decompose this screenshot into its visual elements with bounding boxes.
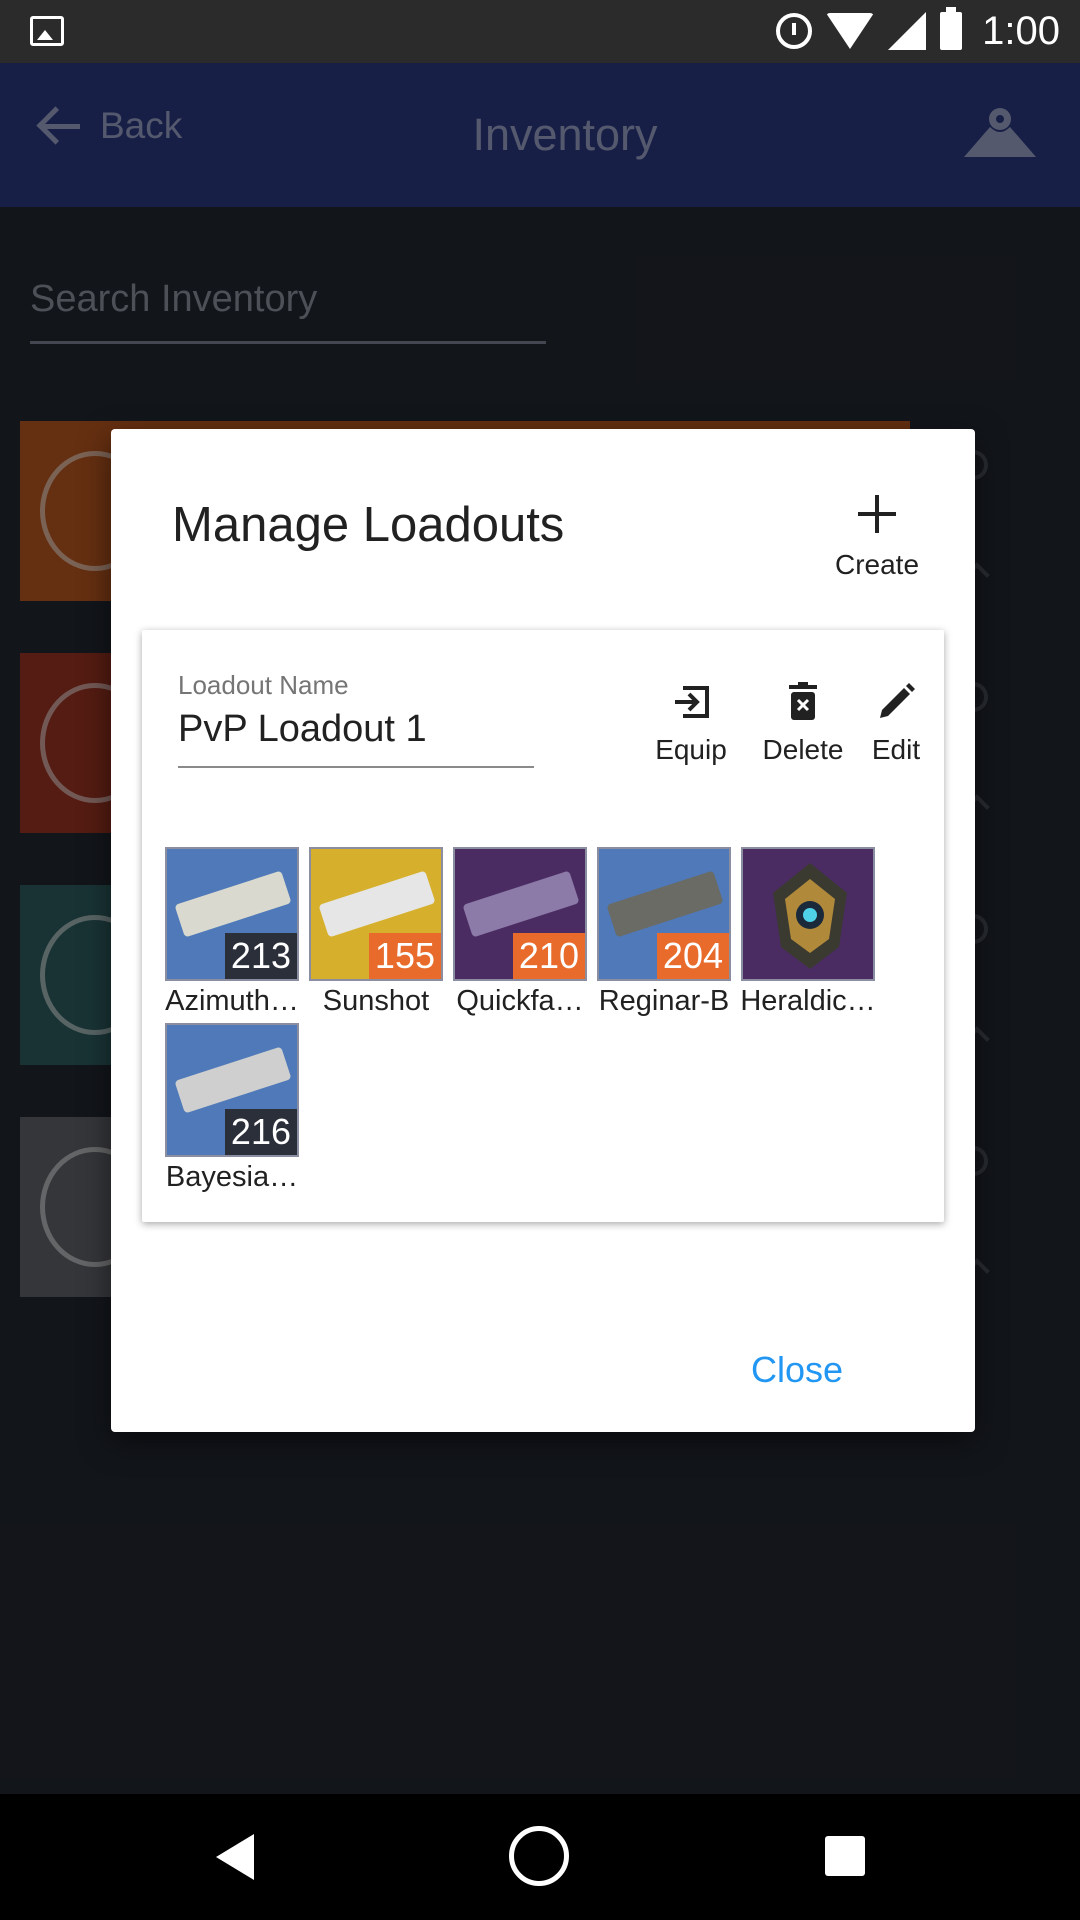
plus-icon	[858, 495, 896, 533]
item-power: 204	[656, 933, 729, 979]
loadout-item[interactable]: Heraldic…	[738, 847, 878, 1018]
battery-icon	[940, 7, 963, 50]
loadout-item[interactable]: 155 Sunshot	[306, 847, 446, 1018]
status-time: 1:00	[982, 8, 1060, 53]
ghost-shell-image	[773, 863, 847, 969]
weapon-image	[174, 870, 292, 938]
weapon-image	[462, 870, 580, 938]
item-thumbnail	[741, 847, 875, 981]
wifi-icon	[826, 13, 875, 49]
item-power: 155	[368, 933, 441, 979]
equip-label: Equip	[655, 734, 727, 765]
item-name: Quickfa…	[456, 985, 584, 1017]
nav-back-icon[interactable]	[216, 1834, 254, 1880]
item-name: Bayesia…	[165, 1161, 299, 1193]
item-thumbnail: 204	[597, 847, 731, 981]
delete-label: Delete	[762, 734, 844, 765]
loadout-name-label: Loadout Name	[178, 670, 349, 700]
loadout-item[interactable]: 210 Quickfa…	[450, 847, 590, 1018]
delete-button[interactable]: Delete	[747, 680, 859, 766]
item-name: Heraldic…	[740, 985, 876, 1017]
item-thumbnail: 213	[165, 847, 299, 981]
create-label: Create	[834, 549, 920, 580]
status-bar: 1:00	[0, 0, 1080, 63]
loadout-item[interactable]: 204 Reginar-B	[594, 847, 734, 1018]
loadout-card: Loadout Name PvP Loadout 1 Equip Delete	[142, 630, 944, 1222]
status-icons: 1:00	[776, 7, 1060, 54]
weapon-image	[606, 870, 724, 938]
nav-home-icon[interactable]	[509, 1826, 569, 1886]
gallery-notification-icon	[30, 16, 64, 46]
system-nav-bar	[0, 1794, 1080, 1920]
item-power: 210	[512, 933, 585, 979]
loadout-item[interactable]: 216 Bayesia…	[162, 1023, 302, 1194]
item-power: 216	[224, 1109, 297, 1155]
edit-button[interactable]: Edit	[865, 680, 927, 766]
item-name: Reginar-B	[598, 985, 730, 1017]
create-loadout-button[interactable]: Create	[822, 495, 932, 581]
loadout-item[interactable]: 213 Azimuth…	[162, 847, 302, 1018]
pencil-icon	[880, 683, 915, 718]
item-name: Sunshot	[322, 985, 430, 1017]
alarm-icon	[776, 13, 813, 49]
weapon-image	[318, 870, 436, 938]
item-thumbnail: 155	[309, 847, 443, 981]
weapon-image	[174, 1046, 292, 1114]
cell-signal-icon	[888, 12, 927, 50]
trash-icon	[789, 682, 817, 720]
dialog-title: Manage Loadouts	[172, 498, 565, 552]
equip-icon	[675, 686, 709, 718]
loadout-name-field[interactable]: PvP Loadout 1	[178, 708, 534, 768]
item-thumbnail: 216	[165, 1023, 299, 1157]
item-thumbnail: 210	[453, 847, 587, 981]
item-power: 213	[224, 933, 297, 979]
edit-label: Edit	[871, 734, 921, 765]
nav-recents-icon[interactable]	[825, 1836, 865, 1876]
close-button[interactable]: Close	[751, 1349, 843, 1391]
item-name: Azimuth…	[165, 985, 299, 1017]
manage-loadouts-dialog: Manage Loadouts Create Loadout Name PvP …	[111, 429, 975, 1432]
equip-button[interactable]: Equip	[636, 680, 746, 766]
